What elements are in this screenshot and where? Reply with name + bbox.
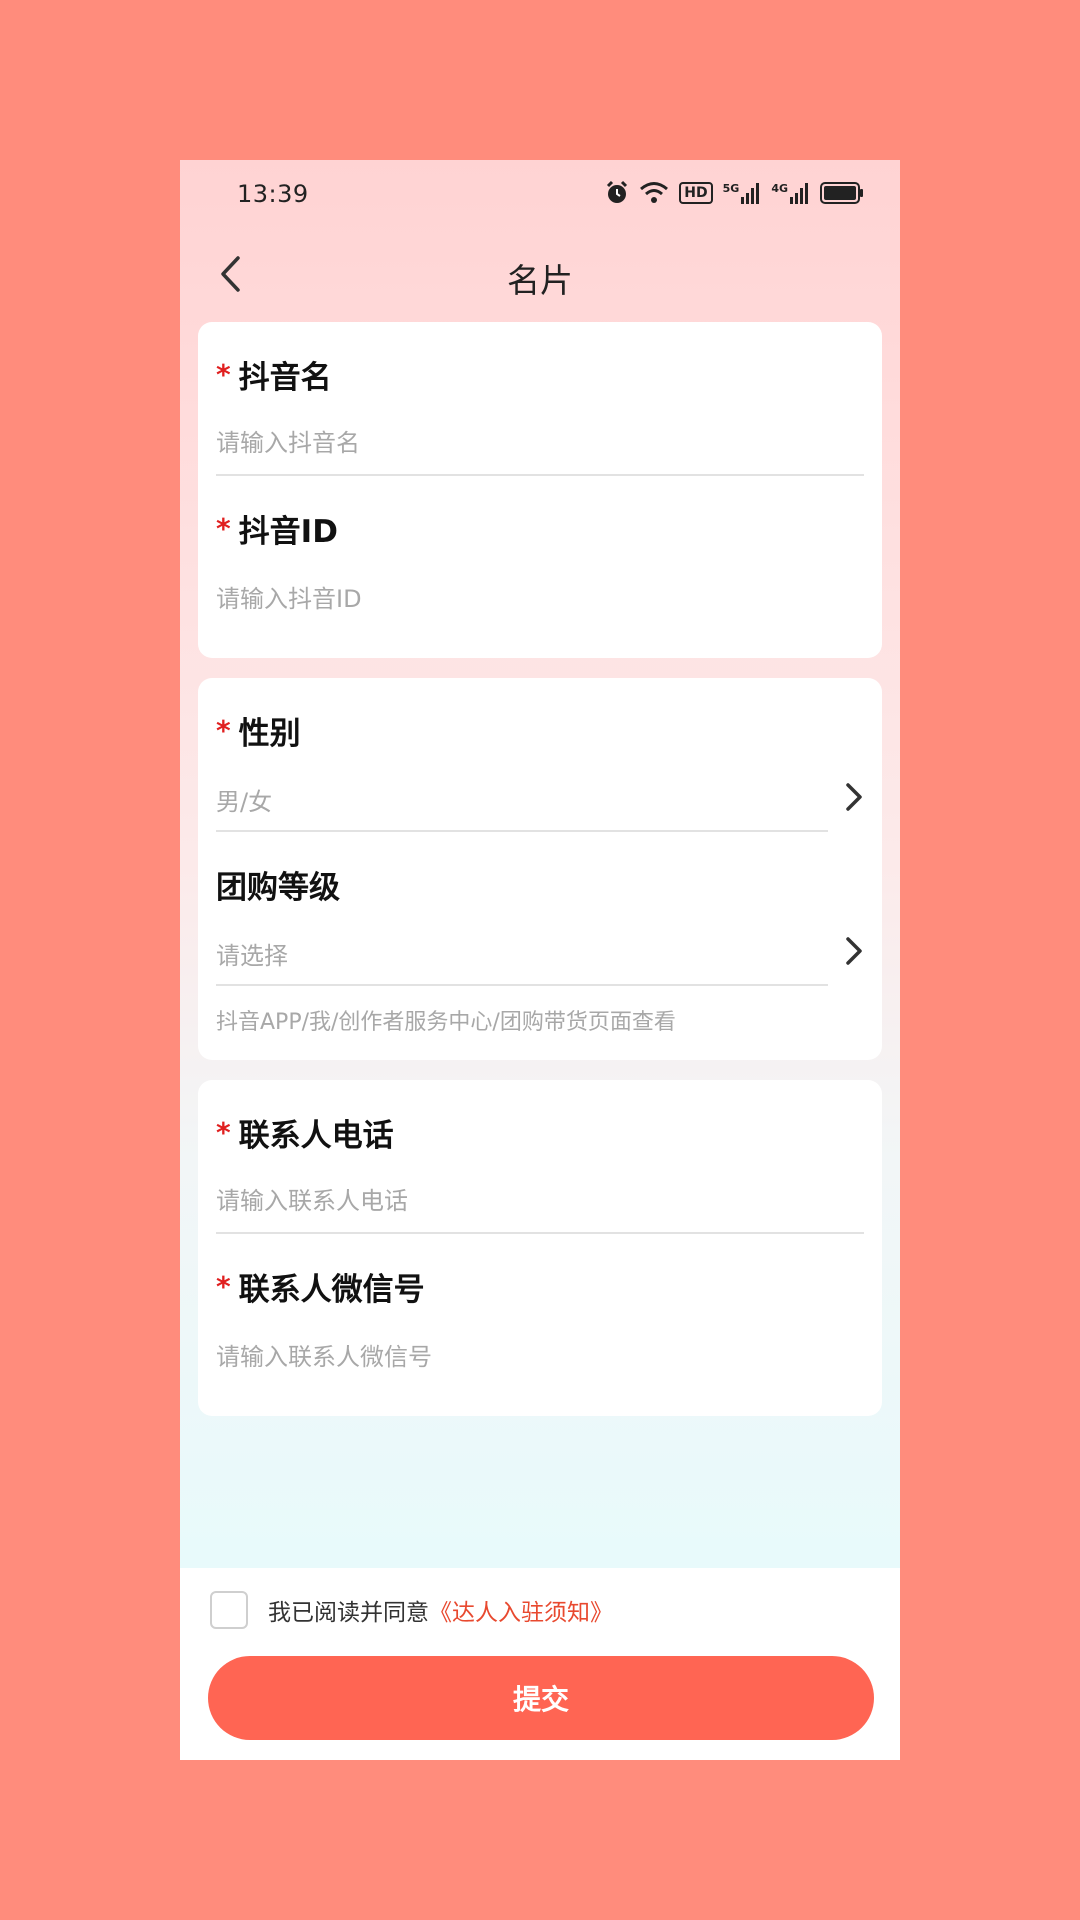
submit-button[interactable]: 提交 <box>208 1656 874 1740</box>
contact-wechat-input[interactable] <box>216 1334 864 1380</box>
divider <box>216 1232 864 1234</box>
douyin-id-label: * 抖音ID <box>216 506 338 551</box>
contact-wechat-label-text: 联系人微信号 <box>238 1272 425 1308</box>
signal-5g-icon: 5G <box>723 182 762 204</box>
agreement-link[interactable]: 《达人入驻须知》 <box>429 1593 613 1627</box>
signal-4g-label: 4G <box>771 182 788 195</box>
status-icons: HD 5G 4G <box>605 178 864 208</box>
douyin-name-label: * 抖音名 <box>216 352 332 397</box>
chevron-right-icon <box>846 937 862 965</box>
status-time: 13:39 <box>237 180 309 208</box>
contact-card: * 联系人电话 * 联系人微信号 <box>198 1080 882 1416</box>
profile-card: * 性别 男/女 团购等级 请选择 抖音APP/我/创作者服务中心/团购带货页面… <box>198 678 882 1060</box>
page-title: 名片 <box>507 261 573 300</box>
douyin-name-input[interactable] <box>216 420 864 466</box>
gender-label: * 性别 <box>216 708 301 753</box>
required-mark: * <box>216 1270 231 1303</box>
required-mark: * <box>216 512 231 545</box>
group-level-hint: 抖音APP/我/创作者服务中心/团购带货页面查看 <box>216 1010 676 1035</box>
agree-text: 我已阅读并同意 <box>268 1600 429 1626</box>
required-mark: * <box>216 1116 231 1149</box>
divider <box>216 830 828 832</box>
signal-5g-label: 5G <box>722 182 740 195</box>
nav-bar: 名片 <box>180 226 900 322</box>
gender-placeholder: 男/女 <box>216 788 273 816</box>
chevron-right-icon <box>846 783 862 811</box>
gender-label-text: 性别 <box>238 716 301 752</box>
battery-icon <box>820 182 864 204</box>
alarm-icon <box>605 180 629 206</box>
phone-screen: 13:39 HD 5G 4G 名片 * 抖音名 请输入抖音名 * 抖音ID 请输… <box>180 160 900 1760</box>
douyin-info-card: * 抖音名 * 抖音ID <box>198 322 882 658</box>
bottom-panel: 我已阅读并同意 《达人入驻须知》 提交 <box>180 1568 900 1760</box>
gender-select[interactable]: 男/女 <box>216 772 864 822</box>
agree-checkbox[interactable] <box>210 1591 248 1629</box>
required-mark: * <box>216 714 231 747</box>
signal-4g-icon: 4G <box>771 182 810 204</box>
douyin-name-label-text: 抖音名 <box>238 360 332 396</box>
group-level-placeholder: 请选择 <box>216 942 288 970</box>
douyin-id-label-text: 抖音ID <box>238 514 338 550</box>
divider <box>216 474 864 476</box>
group-level-label: 团购等级 <box>216 862 340 907</box>
group-level-select[interactable]: 请选择 <box>216 926 864 976</box>
contact-phone-input[interactable] <box>216 1178 864 1224</box>
wifi-icon <box>639 181 669 205</box>
agreement-row: 我已阅读并同意 《达人入驻须知》 <box>210 1590 613 1630</box>
divider <box>216 984 828 986</box>
contact-phone-label: * 联系人电话 <box>216 1110 394 1155</box>
group-level-label-text: 团购等级 <box>216 870 340 906</box>
hd-icon: HD <box>679 182 713 204</box>
contact-phone-label-text: 联系人电话 <box>238 1118 394 1154</box>
status-bar: 13:39 HD 5G 4G <box>180 160 900 226</box>
contact-wechat-label: * 联系人微信号 <box>216 1264 425 1309</box>
douyin-id-input[interactable] <box>216 576 864 622</box>
required-mark: * <box>216 358 231 391</box>
